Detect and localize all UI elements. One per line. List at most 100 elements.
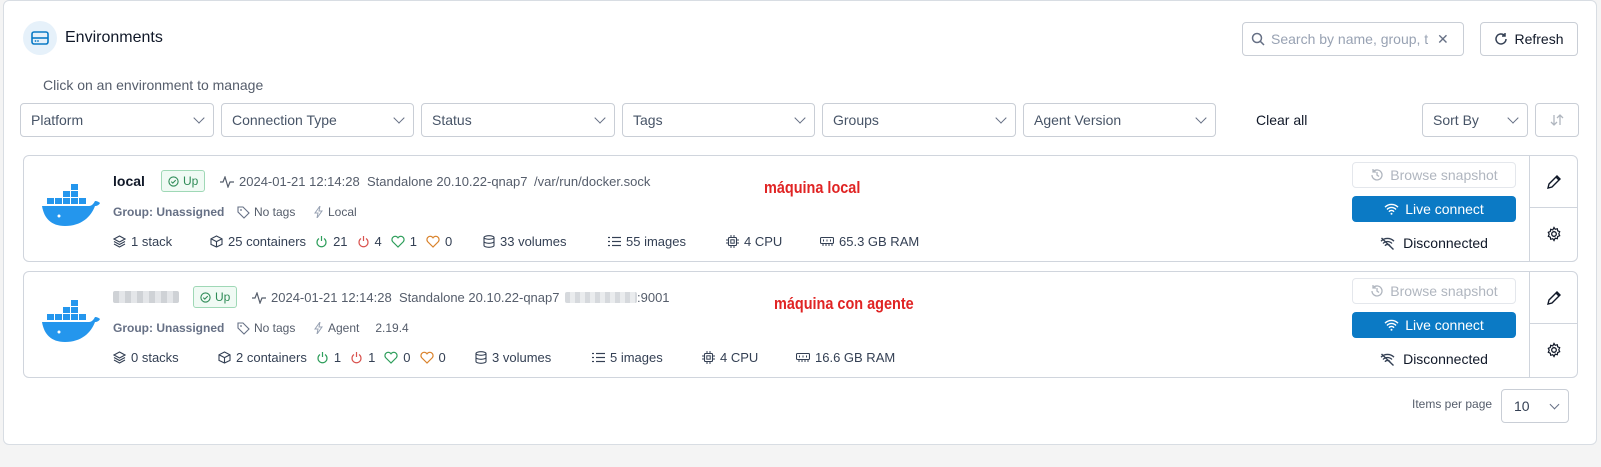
search-input[interactable] xyxy=(1271,31,1431,47)
wifi-off-icon xyxy=(1380,236,1395,250)
platform-filter-label: Platform xyxy=(31,112,84,128)
browse-snapshot-label: Browse snapshot xyxy=(1390,167,1498,183)
live-connect-button[interactable]: Live connect xyxy=(1352,196,1516,222)
images-count: 5 images xyxy=(592,350,663,365)
connection-type-filter[interactable]: Connection Type xyxy=(221,103,414,137)
heartbeat-info: 2024-01-21 12:14:28 xyxy=(252,290,392,305)
cpu-icon xyxy=(726,235,739,248)
environment-card-local[interactable]: local Up 2024-01-21 12:14:28 Standalone … xyxy=(23,155,1578,262)
memory-icon xyxy=(796,352,810,362)
groups-filter-label: Groups xyxy=(833,112,879,128)
heart-healthy-icon xyxy=(391,235,405,248)
page-subtitle: Click on an environment to manage xyxy=(43,77,264,93)
heart-unhealthy-icon xyxy=(419,351,434,364)
items-per-page-value: 10 xyxy=(1514,398,1530,414)
list-icon xyxy=(608,236,621,247)
layers-icon xyxy=(113,351,126,364)
stacks-label: 1 stack xyxy=(131,234,173,249)
images-count: 55 images xyxy=(608,234,686,249)
cpu-label: 4 CPU xyxy=(744,234,783,249)
sort-by-select[interactable]: Sort By xyxy=(1422,103,1528,137)
ram-amount: 65.3 GB RAM xyxy=(820,234,919,249)
engine-version: Standalone 20.10.22-qnap7 xyxy=(367,174,528,189)
page-title: Environments xyxy=(65,29,163,46)
ram-label: 16.6 GB RAM xyxy=(815,350,896,365)
edit-button[interactable] xyxy=(1530,156,1578,208)
settings-button[interactable] xyxy=(1530,208,1578,260)
refresh-label: Refresh xyxy=(1514,31,1564,47)
tags-filter[interactable]: Tags xyxy=(622,103,815,137)
cpu-label: 4 CPU xyxy=(720,350,759,365)
check-circle-icon xyxy=(168,175,179,187)
chevron-down-icon xyxy=(995,112,1007,124)
refresh-button[interactable]: Refresh xyxy=(1480,22,1578,56)
running-count: 1 xyxy=(333,350,342,365)
containers-count: 25 containers 21 4 1 0 xyxy=(210,234,452,249)
heartbeat-icon xyxy=(220,175,234,188)
live-connect-label: Live connect xyxy=(1405,201,1484,217)
connection-type-filter-label: Connection Type xyxy=(232,112,337,128)
images-label: 55 images xyxy=(626,234,686,249)
clear-all-button[interactable]: Clear all xyxy=(1256,112,1307,128)
status-badge: Up xyxy=(161,170,206,192)
environment-tags-label: No tags xyxy=(254,321,296,335)
wifi-icon xyxy=(1384,203,1399,215)
sort-by-label: Sort By xyxy=(1433,112,1479,128)
card-side-actions xyxy=(1529,156,1578,261)
memory-icon xyxy=(820,236,834,246)
live-connect-label: Live connect xyxy=(1405,317,1484,333)
environment-tags: No tags xyxy=(237,321,295,335)
wifi-icon xyxy=(1384,319,1399,331)
engine-version: Standalone 20.10.22-qnap7 xyxy=(399,290,560,305)
platform-filter[interactable]: Platform xyxy=(20,103,214,137)
pencil-icon xyxy=(1547,174,1561,189)
heartbeat-info: 2024-01-21 12:14:28 xyxy=(220,174,360,189)
containers-label: 25 containers xyxy=(228,234,307,249)
browse-snapshot-button[interactable]: Browse snapshot xyxy=(1352,162,1516,188)
items-per-page-select[interactable]: 10 xyxy=(1501,389,1569,423)
history-icon xyxy=(1371,169,1383,181)
unhealthy-count: 0 xyxy=(438,350,446,365)
bolt-icon xyxy=(314,206,323,218)
status-filter[interactable]: Status xyxy=(421,103,615,137)
pencil-icon xyxy=(1547,290,1561,305)
unhealthy-count: 0 xyxy=(445,234,453,249)
chevron-down-icon xyxy=(794,112,806,124)
environment-type-label: Local xyxy=(328,205,357,219)
environment-card-agent[interactable]: Up 2024-01-21 12:14:28 Standalone 20.10.… xyxy=(23,271,1578,378)
box-icon xyxy=(210,235,223,248)
edit-button[interactable] xyxy=(1530,272,1578,324)
search-icon xyxy=(1251,32,1265,46)
groups-filter[interactable]: Groups xyxy=(822,103,1016,137)
status-badge-label: Up xyxy=(183,174,199,188)
heartbeat-icon xyxy=(252,291,266,304)
database-icon xyxy=(483,235,495,248)
search-box[interactable]: ✕ xyxy=(1242,22,1464,56)
annotation-label: máquina local xyxy=(764,178,861,197)
stacks-count: 1 stack xyxy=(113,234,172,249)
sort-order-button[interactable] xyxy=(1535,103,1579,137)
environment-url-port: :9001 xyxy=(637,290,670,305)
clear-search-icon[interactable]: ✕ xyxy=(1437,31,1449,48)
chevron-down-icon xyxy=(594,112,606,124)
settings-button[interactable] xyxy=(1530,324,1578,376)
browse-snapshot-button[interactable]: Browse snapshot xyxy=(1352,278,1516,304)
agent-version-filter-label: Agent Version xyxy=(1034,112,1122,128)
environments-panel: Environments ✕ Refresh Click on an envir… xyxy=(3,0,1597,445)
agent-version-filter[interactable]: Agent Version xyxy=(1023,103,1216,137)
browse-snapshot-label: Browse snapshot xyxy=(1390,283,1498,299)
stopped-count: 4 xyxy=(374,234,382,249)
environment-name[interactable]: local xyxy=(113,173,145,189)
agent-version: 2.19.4 xyxy=(375,321,409,335)
ram-label: 65.3 GB RAM xyxy=(839,234,920,249)
environment-name-redacted[interactable] xyxy=(113,291,179,303)
containers-count: 2 containers 1 1 0 0 xyxy=(218,350,446,365)
live-connect-button[interactable]: Live connect xyxy=(1352,312,1516,338)
power-on-icon xyxy=(316,236,327,248)
volumes-label: 33 volumes xyxy=(500,234,567,249)
environment-tags: No tags xyxy=(237,205,295,219)
chevron-down-icon xyxy=(1195,112,1207,124)
items-per-page-label: Items per page xyxy=(1412,397,1493,411)
stacks-count: 0 stacks xyxy=(113,350,179,365)
card-side-actions xyxy=(1529,272,1578,377)
